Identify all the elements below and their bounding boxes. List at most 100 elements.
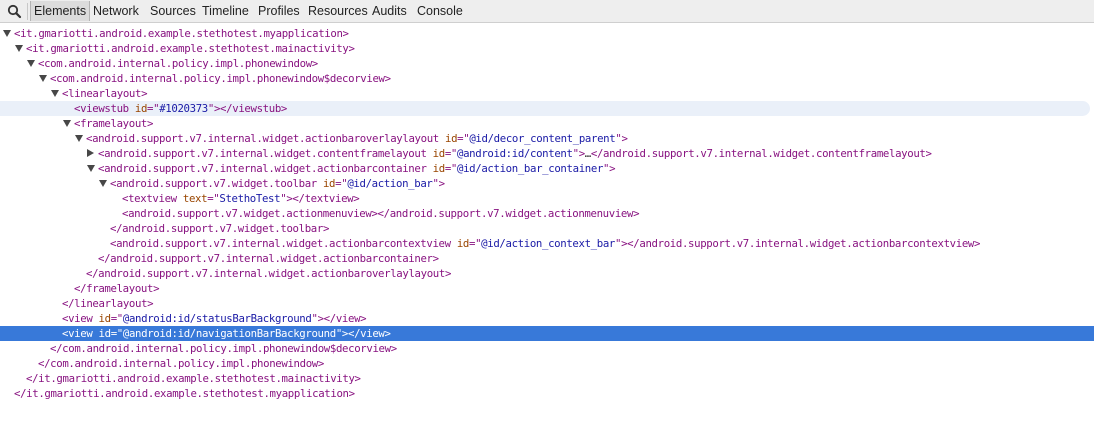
node-markup: <com.android.internal.policy.impl.phonew… (38, 56, 318, 71)
dom-node-row[interactable]: </it.gmariotti.android.example.stethotes… (0, 386, 1094, 401)
node-markup: </com.android.internal.policy.impl.phone… (38, 356, 324, 371)
tag-text: =" (457, 132, 470, 145)
node-markup: <it.gmariotti.android.example.stethotest… (26, 41, 355, 56)
dom-node-row[interactable]: <android.support.v7.widget.actionmenuvie… (0, 206, 1094, 221)
dom-node-row[interactable]: <it.gmariotti.android.example.stethotest… (0, 26, 1094, 41)
attribute-name: id (98, 327, 112, 340)
dom-node-row[interactable]: <android.support.v7.internal.widget.acti… (0, 236, 1094, 251)
node-markup: <linearlayout> (62, 86, 148, 101)
dom-node-row[interactable]: </android.support.v7.internal.widget.act… (0, 251, 1094, 266)
tag-text: <android.support.v7.widget.actionmenuvie… (122, 207, 640, 220)
node-markup: <framelayout> (74, 116, 153, 131)
tag-text: </android.support.v7.internal.widget.con… (590, 147, 932, 160)
tab-elements[interactable]: Elements (30, 1, 91, 21)
devtools-toolbar: Elements Network Sources Timeline Profil… (0, 0, 1094, 23)
attribute-value: #1020373 (159, 102, 208, 115)
tag-text: <com.android.internal.policy.impl.phonew… (50, 72, 391, 85)
tag-text: </com.android.internal.policy.impl.phone… (38, 357, 324, 370)
dom-node-row[interactable]: </android.support.v7.widget.toolbar> (0, 221, 1094, 236)
tag-text: </android.support.v7.internal.widget.act… (98, 252, 439, 265)
dom-node-row[interactable]: <com.android.internal.policy.impl.phonew… (0, 56, 1094, 71)
dom-node-row[interactable]: </linearlayout> (0, 296, 1094, 311)
node-markup: </android.support.v7.internal.widget.act… (98, 251, 439, 266)
tab-resources[interactable]: Resources (308, 0, 368, 22)
attribute-value: @android:id/content (457, 147, 573, 160)
expand-triangle-icon[interactable] (63, 120, 71, 127)
expand-triangle-icon[interactable] (75, 135, 83, 142)
node-markup: <android.support.v7.internal.widget.acti… (110, 236, 980, 251)
expand-triangle-icon[interactable] (99, 180, 107, 187)
expand-triangle-icon[interactable] (3, 30, 11, 37)
dom-node-row[interactable]: </it.gmariotti.android.example.stethotes… (0, 371, 1094, 386)
node-markup: </framelayout> (74, 281, 160, 296)
node-markup: <android.support.v7.widget.actionmenuvie… (122, 206, 640, 221)
tag-text: <it.gmariotti.android.example.stethotest… (26, 42, 355, 55)
node-markup: </android.support.v7.widget.toolbar> (110, 221, 329, 236)
attribute-value: @id/action_context_bar (481, 237, 616, 250)
toolbar-divider (27, 3, 28, 20)
tag-text: <it.gmariotti.android.example.stethotest… (14, 27, 349, 40)
node-markup: <android.support.v7.widget.toolbar id="@… (110, 176, 445, 191)
tag-text: "></android.support.v7.internal.widget.a… (615, 237, 981, 250)
tag-text: <framelayout> (74, 117, 154, 130)
tag-text: =" (147, 102, 160, 115)
dom-node-row[interactable]: <it.gmariotti.android.example.stethotest… (0, 41, 1094, 56)
tag-text: <android.support.v7.internal.widget.acti… (86, 132, 445, 145)
dom-node-row[interactable]: <android.support.v7.internal.widget.acti… (0, 131, 1094, 146)
node-markup: <it.gmariotti.android.example.stethotest… (14, 26, 349, 41)
attribute-name: id (98, 312, 112, 325)
tag-text: "> (603, 162, 616, 175)
dom-node-row[interactable]: <android.support.v7.widget.toolbar id="@… (0, 176, 1094, 191)
selected-dom-node[interactable]: <view id="@android:id/navigationBarBackg… (0, 326, 1094, 341)
dom-node-row[interactable]: <android.support.v7.internal.widget.acti… (0, 161, 1094, 176)
attribute-value: @id/action_bar (347, 177, 433, 190)
tag-text: <view (62, 327, 99, 340)
expand-triangle-icon[interactable] (27, 60, 35, 67)
dom-node-row[interactable]: <framelayout> (0, 116, 1094, 131)
expand-triangle-icon[interactable] (15, 45, 23, 52)
tab-sources[interactable]: Sources (150, 0, 196, 22)
node-markup: <view id="@android:id/statusBarBackgroun… (62, 311, 367, 326)
tag-text: "></view> (311, 312, 367, 325)
attribute-name: id (134, 102, 148, 115)
tab-audits[interactable]: Audits (372, 0, 407, 22)
dom-node-row[interactable]: <view id="@android:id/statusBarBackgroun… (0, 311, 1094, 326)
tag-text: "></view> (335, 327, 391, 340)
expand-triangle-icon[interactable] (51, 90, 59, 97)
tag-text: <linearlayout> (62, 87, 148, 100)
tag-text: "> (572, 147, 586, 160)
tab-profiles[interactable]: Profiles (258, 0, 300, 22)
dom-node-row[interactable]: </com.android.internal.policy.impl.phone… (0, 341, 1094, 356)
attribute-name: id (456, 237, 470, 250)
tab-network[interactable]: Network (93, 0, 139, 22)
expand-triangle-icon[interactable] (87, 165, 95, 172)
tab-timeline[interactable]: Timeline (202, 0, 249, 22)
node-markup: </android.support.v7.internal.widget.act… (86, 266, 451, 281)
tag-text: <android.support.v7.internal.widget.acti… (98, 162, 433, 175)
search-icon[interactable] (6, 3, 24, 19)
dom-node-row[interactable]: </android.support.v7.internal.widget.act… (0, 266, 1094, 281)
tab-console[interactable]: Console (417, 0, 463, 22)
dom-node-row[interactable]: </framelayout> (0, 281, 1094, 296)
tag-text: </framelayout> (74, 282, 160, 295)
node-markup: </com.android.internal.policy.impl.phone… (50, 341, 397, 356)
collapsed-triangle-icon[interactable] (87, 149, 94, 157)
dom-node-row[interactable]: </com.android.internal.policy.impl.phone… (0, 356, 1094, 371)
expand-triangle-icon[interactable] (39, 75, 47, 82)
dom-node-row[interactable]: <com.android.internal.policy.impl.phonew… (0, 71, 1094, 86)
dom-node-row[interactable]: <android.support.v7.internal.widget.cont… (0, 146, 1094, 161)
tag-text: <textview (122, 192, 183, 205)
attribute-name: text (182, 192, 208, 205)
tag-text: <android.support.v7.internal.widget.cont… (98, 147, 433, 160)
tag-text: "> (615, 132, 628, 145)
node-markup: <android.support.v7.internal.widget.cont… (98, 146, 932, 161)
node-markup: <com.android.internal.policy.impl.phonew… (50, 71, 391, 86)
tag-text: "> (432, 177, 446, 190)
attribute-value: @id/decor_content_parent (469, 132, 616, 145)
attribute-value: @android:id/statusBarBackground (122, 312, 312, 325)
dom-node-row[interactable]: <linearlayout> (0, 86, 1094, 101)
dom-node-row[interactable]: <viewstub id="#1020373"></viewstub> (0, 101, 1090, 116)
dom-node-row[interactable]: <textview text="StethoTest"></textview> (0, 191, 1094, 206)
attribute-name: id (432, 147, 446, 160)
tag-text: "></textview> (280, 192, 360, 205)
